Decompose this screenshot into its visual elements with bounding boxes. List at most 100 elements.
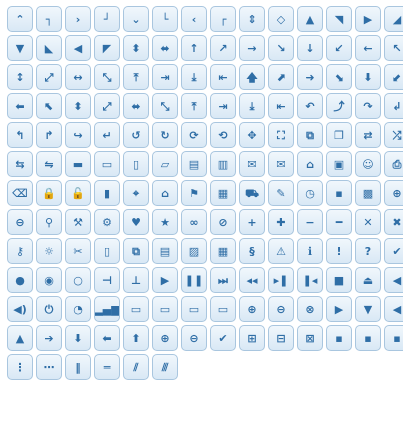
caret-left-button[interactable]: ‹ — [181, 6, 207, 32]
arrow-up-left-thick-button[interactable]: ⬉ — [36, 93, 62, 119]
circle-arrow-north-button[interactable]: ⬆ — [123, 325, 149, 351]
disk-button[interactable]: ▪ — [326, 180, 352, 206]
triangle-right-button[interactable]: ▶ — [355, 6, 381, 32]
home-button[interactable]: ⌂ — [152, 180, 178, 206]
arrow-down-right-thin-button[interactable]: ↘ — [268, 35, 294, 61]
arrow-up-left-thin-button[interactable]: ↖ — [384, 35, 403, 61]
caret-down-button[interactable]: ⌄ — [123, 6, 149, 32]
mail-closed-button[interactable]: ✉ — [239, 151, 265, 177]
gear-button[interactable]: ⚙ — [94, 209, 120, 235]
arrow-bottom-thin-button[interactable]: ⤓ — [181, 64, 207, 90]
cancel-button[interactable]: ⊘ — [210, 209, 236, 235]
turn-down-button[interactable]: ↵ — [94, 122, 120, 148]
key-button[interactable]: ⚷ — [7, 238, 33, 264]
circle-arrow-east-button[interactable]: ➔ — [36, 325, 62, 351]
return-down-button[interactable]: ↲ — [384, 93, 403, 119]
notice-button[interactable]: ! — [326, 238, 352, 264]
move-button[interactable]: ✥ — [239, 122, 265, 148]
triangle-up-down-button[interactable]: ⬍ — [123, 35, 149, 61]
flag-button[interactable]: ⚑ — [181, 180, 207, 206]
circle-minus-button[interactable]: ⊖ — [268, 296, 294, 322]
zoom-in-button[interactable]: ⊕ — [384, 180, 403, 206]
wrench-button[interactable]: ⚒ — [65, 209, 91, 235]
transfer-thick-button[interactable]: ⇋ — [36, 151, 62, 177]
circle-triangle-west-button[interactable]: ◀ — [384, 296, 403, 322]
circle-plus-button[interactable]: ⊕ — [239, 296, 265, 322]
grip-solid-horizontal-button[interactable]: ═ — [94, 354, 120, 380]
corner-top-right-button[interactable]: ┐ — [36, 6, 62, 32]
battery-0-button[interactable]: ▭ — [123, 296, 149, 322]
note-button[interactable]: ▱ — [152, 151, 178, 177]
stop-button[interactable]: ■ — [326, 267, 352, 293]
help-button[interactable]: ? — [355, 238, 381, 264]
triangle-up-left-button[interactable]: ◤ — [94, 35, 120, 61]
circle-triangle-south-button[interactable]: ▼ — [355, 296, 381, 322]
scissors-button[interactable]: ✂ — [65, 238, 91, 264]
unlocked-button[interactable]: 🔓 — [65, 180, 91, 206]
pin-west-button[interactable]: ⊣ — [94, 267, 120, 293]
arrow-right-thick-button[interactable]: ➜ — [297, 64, 323, 90]
document-text-button[interactable]: ▤ — [181, 151, 207, 177]
arrow-right-end-thick-button[interactable]: ⇥ — [210, 93, 236, 119]
rotate-right-button[interactable]: ⟳ — [181, 122, 207, 148]
volume-on-button[interactable]: ◀) — [7, 296, 33, 322]
print-button[interactable]: ⎙ — [384, 151, 403, 177]
image-button[interactable]: ▨ — [181, 238, 207, 264]
arrow-up-right-thin-button[interactable]: ↗ — [210, 35, 236, 61]
pin-south-button[interactable]: ⊥ — [123, 267, 149, 293]
seek-prev-button[interactable]: ◂◂ — [239, 267, 265, 293]
signal-button[interactable]: ▂▄▆ — [94, 296, 120, 322]
arrow-left-end-thin-button[interactable]: ⇤ — [210, 64, 236, 90]
squaresmall-minus-button[interactable]: ▪ — [355, 325, 381, 351]
grip-dotted-vertical-button[interactable]: ⋮ — [7, 354, 33, 380]
corner-top-left-button[interactable]: ┌ — [210, 6, 236, 32]
copy-button[interactable]: ⧉ — [123, 238, 149, 264]
comment-button[interactable]: ▣ — [326, 151, 352, 177]
trash-button[interactable]: ⌫ — [7, 180, 33, 206]
triangle-up-button[interactable]: ▲ — [297, 6, 323, 32]
circle-check-button[interactable]: ✔ — [210, 325, 236, 351]
link-button[interactable]: ∞ — [181, 209, 207, 235]
fullscreen-button[interactable]: ⛶ — [268, 122, 294, 148]
folder-open-button[interactable]: ▭ — [94, 151, 120, 177]
heart-button[interactable]: ♥ — [123, 209, 149, 235]
mail-open-button[interactable]: ✉ — [268, 151, 294, 177]
contact-button[interactable]: ▤ — [152, 238, 178, 264]
squaresmall-close-button[interactable]: ▪ — [384, 325, 403, 351]
eject-button[interactable]: ⏏ — [355, 267, 381, 293]
arrow-down-thin-button[interactable]: ↓ — [297, 35, 323, 61]
seek-start-button[interactable]: ❚◂ — [297, 267, 323, 293]
arrow-up-down-thick-button[interactable]: ⬍ — [65, 93, 91, 119]
circle-zoom-in-button[interactable]: ⊕ — [152, 325, 178, 351]
battery-2-button[interactable]: ▭ — [181, 296, 207, 322]
play-button[interactable]: ▶ — [152, 267, 178, 293]
arrow-up-right-thick-button[interactable]: ⬈ — [268, 64, 294, 90]
person-button[interactable]: ☺ — [355, 151, 381, 177]
pencil-button[interactable]: ✎ — [268, 180, 294, 206]
caret-up-down-button[interactable]: ⇕ — [239, 6, 265, 32]
suitcase-button[interactable]: ⌂ — [297, 151, 323, 177]
triangle-left-right-button[interactable]: ⬌ — [152, 35, 178, 61]
seek-next-button[interactable]: ⏭ — [210, 267, 236, 293]
return-up-button[interactable]: ⤴ — [326, 93, 352, 119]
arrow-diagonal-collapse-thin-button[interactable]: ⤡ — [94, 64, 120, 90]
star-button[interactable]: ★ — [152, 209, 178, 235]
arrow-down-thick-button[interactable]: ⬇ — [355, 64, 381, 90]
arrow-bottom-thick-button[interactable]: ⤓ — [239, 93, 265, 119]
arrow-down-left-thick-button[interactable]: ⬋ — [384, 64, 403, 90]
plus-button[interactable]: + — [239, 209, 265, 235]
circlesmall-minus-button[interactable]: ⊟ — [268, 325, 294, 351]
circle-arrow-south-button[interactable]: ⬇ — [65, 325, 91, 351]
arrow-expand-thick-button[interactable]: ⤢ — [94, 93, 120, 119]
triangle-down-right-button[interactable]: ◢ — [384, 6, 403, 32]
video-button[interactable]: ▦ — [210, 238, 236, 264]
document-button[interactable]: ▯ — [123, 151, 149, 177]
seek-end-button[interactable]: ▸❚ — [268, 267, 294, 293]
close-thick-button[interactable]: ✖ — [384, 209, 403, 235]
check-button[interactable]: ✔ — [384, 238, 403, 264]
squaresmall-plus-button[interactable]: ▪ — [326, 325, 352, 351]
lightbulb-button[interactable]: ☼ — [36, 238, 62, 264]
pause-button[interactable]: ❚❚ — [181, 267, 207, 293]
arrow-up-thin-button[interactable]: ↑ — [181, 35, 207, 61]
grip-dotted-horizontal-button[interactable]: ⋯ — [36, 354, 62, 380]
